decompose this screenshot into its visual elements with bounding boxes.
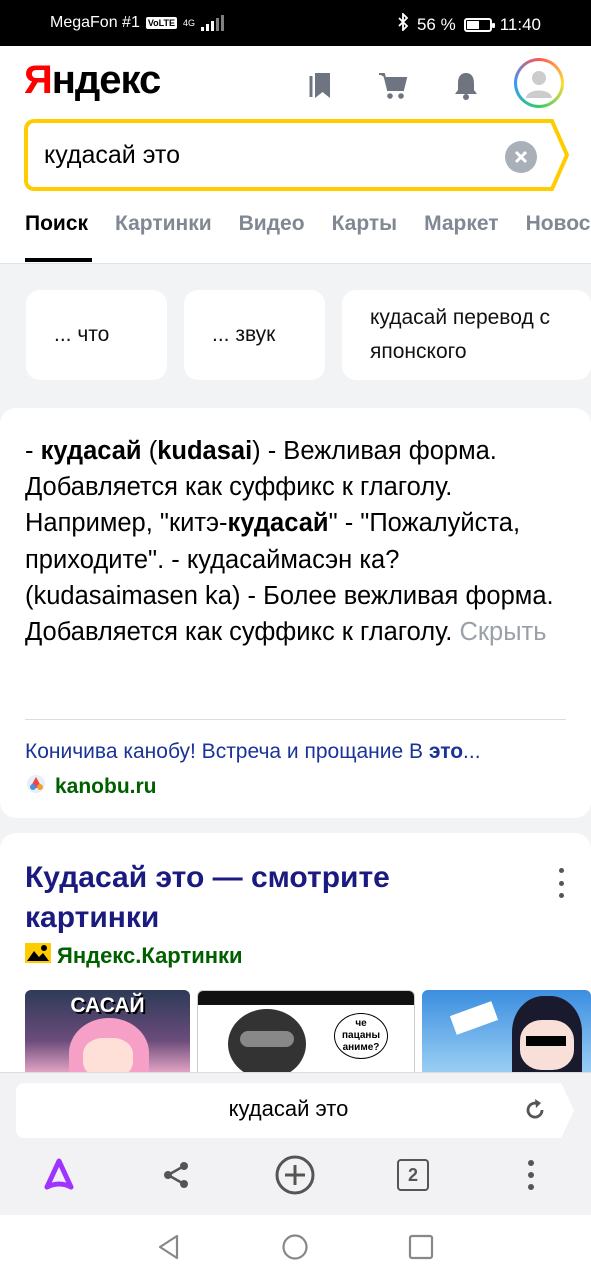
suggestion-chip[interactable]: ... что	[26, 290, 167, 380]
browser-toolbar: кудасай это 2	[0, 1072, 591, 1215]
tab-video[interactable]: Видео	[239, 212, 305, 236]
image-thumbnail[interactable]	[422, 990, 591, 1074]
address-bar-arrow	[556, 1083, 574, 1138]
tab-images[interactable]: Картинки	[115, 212, 212, 236]
source-link[interactable]: Коничива канобу! Встреча и прощание В эт…	[25, 740, 570, 764]
tab-maps[interactable]: Карты	[332, 212, 398, 236]
more-options-icon[interactable]	[555, 868, 567, 898]
new-tab-icon[interactable]	[273, 1153, 317, 1197]
clock: 11:40	[499, 14, 541, 34]
images-title-link[interactable]: Кудасай это — смотрите картинки	[25, 858, 495, 938]
suggestion-chip[interactable]: ... звук	[184, 290, 325, 380]
bookmark-icon[interactable]	[304, 68, 338, 102]
search-tabs: Поиск Картинки Видео Карты Маркет Новост…	[25, 212, 591, 236]
tabs-count-icon[interactable]: 2	[391, 1153, 435, 1197]
divider	[25, 719, 566, 720]
answer-snippet: - кудасай (kudasai) - Вежливая форма. До…	[25, 437, 554, 647]
bluetooth-icon	[397, 11, 409, 36]
kanobu-favicon	[25, 773, 47, 801]
hide-link[interactable]: Скрыть	[459, 618, 546, 646]
bell-icon[interactable]	[449, 68, 483, 102]
active-tab-indicator	[25, 258, 92, 262]
search-arrow-icon[interactable]	[540, 119, 570, 191]
share-icon[interactable]	[154, 1153, 198, 1197]
battery-percent: 56 %	[416, 14, 456, 34]
tab-news[interactable]: Новости	[526, 212, 591, 236]
carrier-name: MegaFon #1	[50, 14, 140, 31]
search-query[interactable]: кудасай это	[44, 141, 180, 170]
back-icon[interactable]	[153, 1231, 185, 1263]
image-thumbnail[interactable]: САСАЙ	[25, 990, 190, 1074]
battery-icon	[463, 17, 495, 32]
address-bar-query[interactable]: кудасай это	[16, 1096, 561, 1122]
address-bar[interactable]: кудасай это	[16, 1083, 561, 1138]
volte-badge: VoLTE	[145, 17, 178, 29]
signal-icon	[201, 15, 225, 31]
search-input[interactable]: кудасай это	[24, 119, 544, 191]
source-domain[interactable]: kanobu.ru	[25, 773, 157, 801]
system-navigation-bar	[0, 1215, 591, 1280]
images-favicon	[25, 943, 51, 969]
yandex-logo[interactable]: Яндекс	[24, 58, 161, 103]
status-bar: MegaFon #1 VoLTE 4G 56 % 11:40	[0, 0, 591, 46]
image-thumbnail[interactable]: че пацаны аниме?	[197, 990, 415, 1074]
recents-icon[interactable]	[405, 1231, 437, 1263]
tab-search[interactable]: Поиск	[25, 212, 88, 236]
images-source[interactable]: Яндекс.Картинки	[25, 943, 243, 969]
menu-icon[interactable]	[509, 1153, 553, 1197]
alice-icon[interactable]	[37, 1153, 81, 1197]
avatar[interactable]	[514, 58, 564, 108]
tab-market[interactable]: Маркет	[424, 212, 498, 236]
network-type: 4G	[183, 18, 196, 28]
clear-icon[interactable]	[505, 141, 537, 173]
reload-icon[interactable]	[522, 1097, 548, 1128]
cart-icon[interactable]	[376, 68, 410, 102]
suggestion-chip[interactable]: кудасай перевод с японского	[342, 290, 591, 380]
header: Яндекс кудасай это Поиск Картинки Видео …	[0, 46, 591, 264]
home-icon[interactable]	[279, 1231, 311, 1263]
